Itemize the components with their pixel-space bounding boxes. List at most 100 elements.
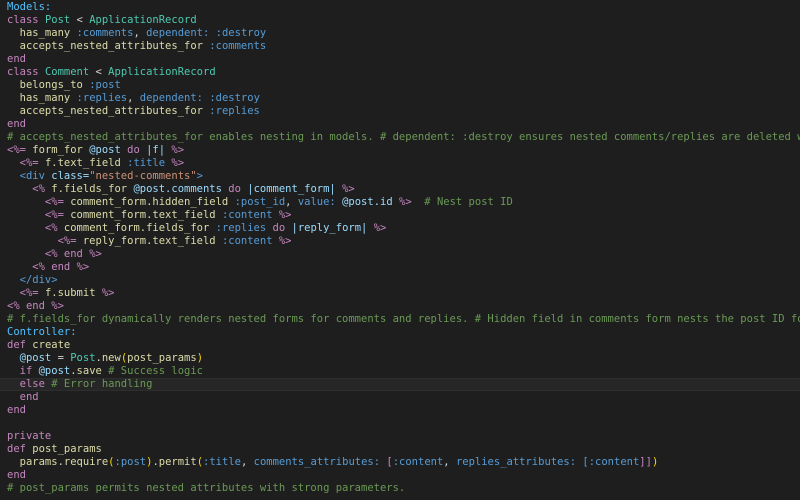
- code-token: def: [7, 443, 33, 455]
- code-line[interactable]: else # Error handling: [0, 378, 800, 391]
- code-token: dependent:: [146, 27, 216, 39]
- code-line[interactable]: Controller:: [7, 326, 800, 339]
- code-token: comment_form.text_field: [70, 209, 222, 221]
- code-line[interactable]: <% end %>: [7, 261, 800, 274]
- code-token: ApplicationRecord: [108, 66, 216, 78]
- code-token: @post: [89, 144, 128, 156]
- code-token: @post.id: [342, 196, 399, 208]
- code-token: :content: [588, 456, 640, 468]
- code-token: end: [51, 261, 77, 273]
- code-line[interactable]: accepts_nested_attributes_for :replies: [7, 105, 800, 118]
- code-token: class: [7, 66, 45, 78]
- code-line[interactable]: end: [7, 391, 800, 404]
- code-token: ,: [240, 456, 254, 468]
- code-token: >: [196, 170, 203, 182]
- code-token: permit: [158, 456, 197, 468]
- code-line[interactable]: params.require(:post).permit(:title, com…: [7, 456, 800, 469]
- code-token: reply_form.text_field: [82, 235, 222, 247]
- code-token: Post: [44, 14, 71, 26]
- code-line[interactable]: def post_params: [7, 443, 800, 456]
- code-token: do: [228, 183, 248, 195]
- code-token: ]]: [639, 456, 652, 468]
- code-line[interactable]: has_many :replies, dependent: :destroy: [7, 92, 800, 105]
- code-line[interactable]: <% comment_form.fields_for :replies do |…: [7, 222, 800, 235]
- code-line[interactable]: class Post < ApplicationRecord: [7, 14, 800, 27]
- code-token: do: [272, 222, 292, 234]
- code-token: :replies: [215, 222, 273, 234]
- code-token: Controller:: [7, 326, 77, 338]
- code-line[interactable]: end: [7, 118, 800, 131]
- code-line[interactable]: # f.fields_for dynamically renders neste…: [7, 313, 800, 326]
- code-token: else: [7, 378, 52, 390]
- code-token: value:: [297, 196, 343, 208]
- code-token: class=: [51, 170, 90, 182]
- code-line[interactable]: def create: [7, 339, 800, 352]
- code-line[interactable]: accepts_nested_attributes_for :comments: [7, 40, 800, 53]
- code-token: end: [7, 469, 26, 481]
- code-line[interactable]: <%= f.text_field :title %>: [7, 157, 800, 170]
- code-token: "nested-comments": [89, 170, 197, 182]
- code-token: end: [63, 248, 90, 260]
- code-token: </div>: [7, 274, 58, 286]
- code-token: <%: [7, 183, 52, 195]
- code-token: ,: [443, 456, 456, 468]
- code-line[interactable]: <div class="nested-comments">: [7, 170, 800, 183]
- code-line[interactable]: Models:: [7, 1, 800, 14]
- code-line[interactable]: private: [7, 430, 800, 443]
- code-token: Comment: [44, 66, 90, 78]
- code-line[interactable]: <%= comment_form.text_field :content %>: [7, 209, 800, 222]
- code-token: end: [7, 53, 26, 65]
- code-line[interactable]: if @post.save # Success logic: [7, 365, 800, 378]
- code-line[interactable]: <% end %>: [7, 248, 800, 261]
- code-token: belongs_to: [7, 79, 90, 91]
- code-line[interactable]: @post = Post.new(post_params): [7, 352, 800, 365]
- code-token: class: [7, 14, 45, 26]
- code-token: def: [7, 339, 33, 351]
- code-token: has_many: [7, 27, 77, 39]
- code-token: :replies: [209, 105, 260, 117]
- code-token: @post: [7, 352, 52, 364]
- code-token: <%: [7, 248, 64, 260]
- code-line[interactable]: end: [7, 53, 800, 66]
- code-line[interactable]: <% f.fields_for @post.comments do |comme…: [7, 183, 800, 196]
- code-token: params: [7, 456, 58, 468]
- code-token: # post_params permits nested attributes …: [7, 482, 406, 494]
- code-line[interactable]: <%= f.submit %>: [7, 287, 800, 300]
- code-token: # Success logic: [108, 365, 203, 377]
- code-token: # f.fields_for dynamically renders neste…: [7, 313, 800, 325]
- code-token: end: [7, 118, 26, 130]
- code-line[interactable]: <%= form_for @post do |f| %>: [7, 144, 800, 157]
- code-line[interactable]: <% end %>: [7, 300, 800, 313]
- code-token: ,: [285, 196, 298, 208]
- code-token: %>: [89, 248, 102, 260]
- code-line[interactable]: end: [7, 404, 800, 417]
- code-token: ): [196, 352, 204, 364]
- code-token: %>: [399, 196, 425, 208]
- code-token: accepts_nested_attributes_for: [7, 40, 210, 52]
- code-line[interactable]: end: [7, 469, 800, 482]
- code-line[interactable]: </div>: [7, 274, 800, 287]
- code-line[interactable]: # accepts_nested_attributes_for enables …: [7, 131, 800, 144]
- code-token: comment_form.fields_for: [63, 222, 216, 234]
- code-line[interactable]: <%= reply_form.text_field :content %>: [7, 235, 800, 248]
- code-token: :content: [392, 456, 444, 468]
- code-line[interactable]: belongs_to :post: [7, 79, 800, 92]
- code-token: |comment_form|: [247, 183, 343, 195]
- code-line[interactable]: class Comment < ApplicationRecord: [7, 66, 800, 79]
- code-line[interactable]: <%= comment_form.hidden_field :post_id, …: [7, 196, 800, 209]
- code-token: :destroy: [209, 92, 260, 104]
- code-token: ): [651, 456, 659, 468]
- code-line[interactable]: [7, 417, 800, 430]
- code-token: <%: [7, 261, 52, 273]
- code-text-area[interactable]: Models: class Post < ApplicationRecord ha…: [0, 1, 800, 495]
- code-token: ,: [133, 27, 147, 39]
- code-token: form_for: [32, 144, 90, 156]
- code-token: :post_id: [234, 196, 286, 208]
- code-token: <%=: [7, 209, 71, 221]
- code-token: %>: [278, 209, 292, 221]
- code-editor[interactable]: Models: class Post < ApplicationRecord ha…: [0, 0, 800, 500]
- code-token: |reply_form|: [291, 222, 374, 234]
- code-token: :comments: [209, 40, 267, 52]
- code-line[interactable]: has_many :comments, dependent: :destroy: [7, 27, 800, 40]
- code-line[interactable]: # post_params permits nested attributes …: [7, 482, 800, 495]
